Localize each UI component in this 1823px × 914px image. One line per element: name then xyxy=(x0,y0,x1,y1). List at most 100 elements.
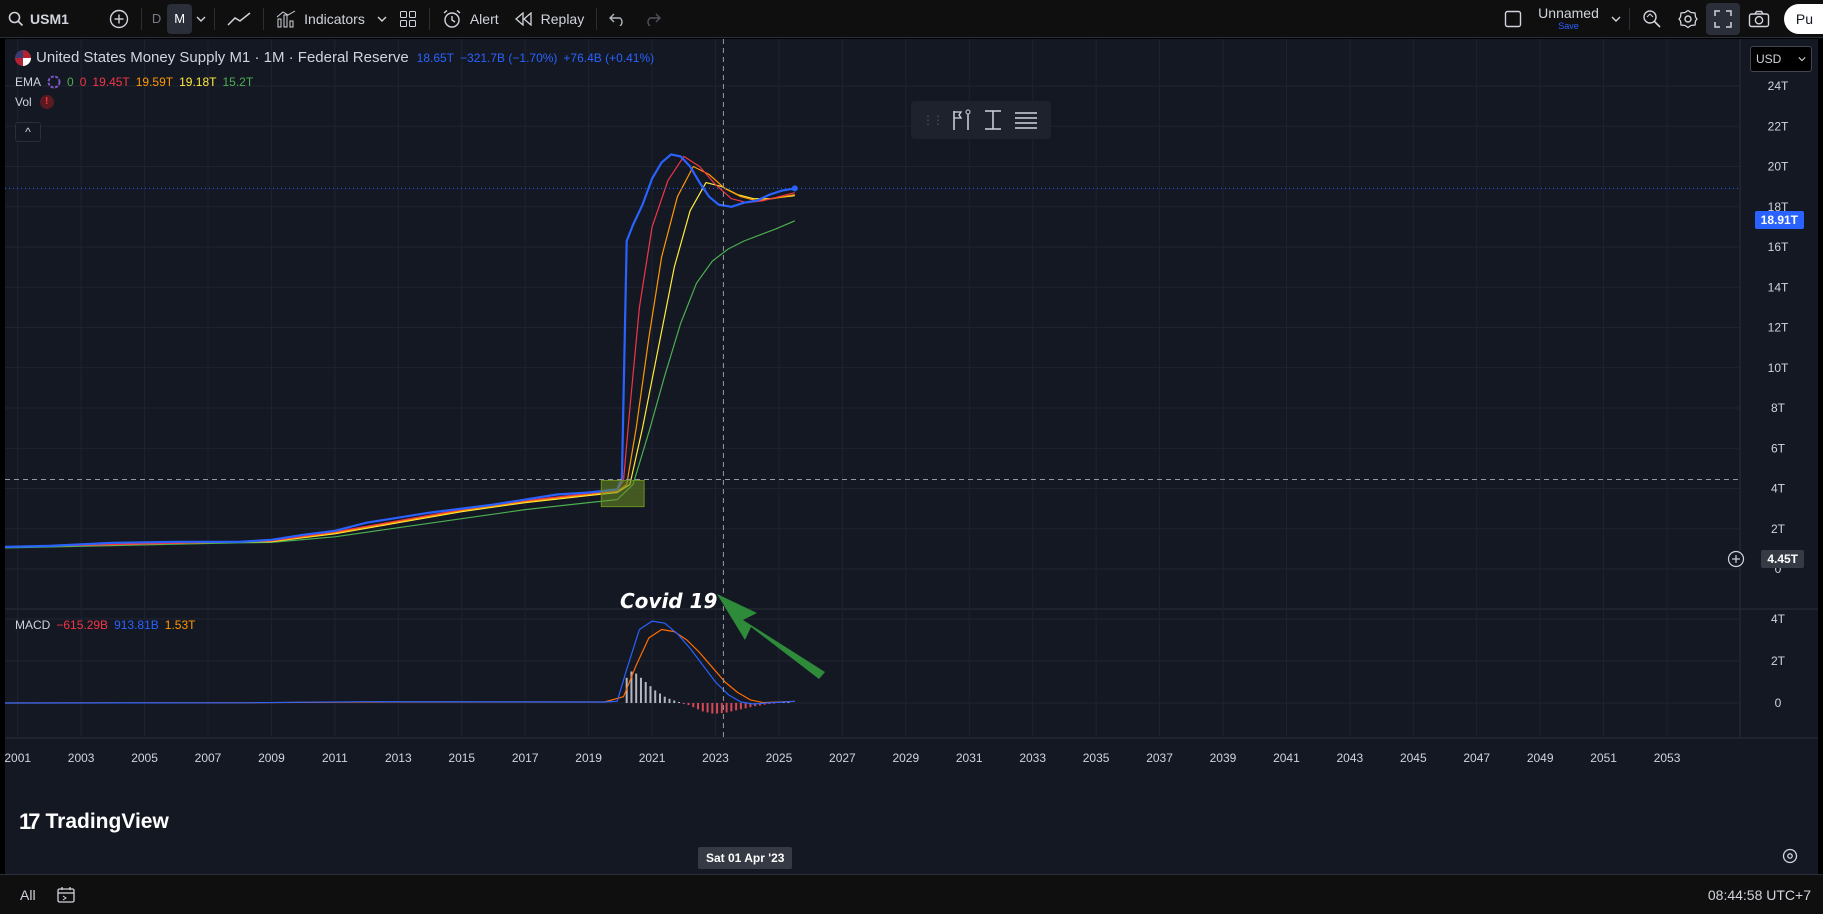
macd-y-tick-label: 4T xyxy=(1771,612,1786,626)
macd-y-tick-label: 2T xyxy=(1771,654,1786,668)
x-tick-label: 2017 xyxy=(512,751,539,765)
alert-button[interactable]: Alert xyxy=(434,0,507,38)
us-flag-icon xyxy=(15,49,31,66)
chart-area[interactable]: 2001 2003 2005 2007 2009 2011 2013 2015 2017 2019… xyxy=(0,39,1823,874)
divider xyxy=(596,7,598,30)
y-tick-label: 6T xyxy=(1771,441,1786,455)
grid-layout-icon xyxy=(399,10,416,27)
macd-histogram-bar xyxy=(635,673,638,703)
x-tick-label: 2033 xyxy=(1019,751,1046,765)
covid-annotation-text[interactable]: Covid 19 xyxy=(620,589,717,613)
main-series-legend[interactable]: United States Money Supply M1 · 1M · Fed… xyxy=(15,49,654,66)
compare-symbol-button[interactable] xyxy=(101,0,137,38)
floating-drawing-toolbar[interactable]: ⋮⋮ xyxy=(911,101,1051,139)
x-tick-label: 2029 xyxy=(892,751,919,765)
fullscreen-button[interactable] xyxy=(1705,2,1740,35)
chart-type-button[interactable] xyxy=(219,0,259,38)
vol-label: Vol xyxy=(15,95,32,109)
settings-button[interactable] xyxy=(1670,0,1706,38)
x-tick-label: 2039 xyxy=(1210,751,1237,765)
x-tick-label: 2023 xyxy=(702,751,729,765)
indicators-dropdown[interactable] xyxy=(373,0,391,38)
chart-canvas[interactable]: 2001 2003 2005 2007 2009 2011 2013 2015 2017 2019… xyxy=(5,39,1818,874)
redo-icon xyxy=(647,13,662,26)
x-tick-label: 2027 xyxy=(829,751,856,765)
x-tick-label: 2041 xyxy=(1273,751,1300,765)
quick-search-button[interactable] xyxy=(1634,0,1670,38)
replay-button[interactable]: Replay xyxy=(507,0,593,38)
x-tick-label: 2003 xyxy=(68,751,95,765)
y-tick-label: 12T xyxy=(1768,321,1789,335)
macd-histogram-bar xyxy=(744,703,747,709)
y-tick-label: 20T xyxy=(1768,160,1789,174)
x-tick-label: 2035 xyxy=(1083,751,1110,765)
macd-histogram-bar xyxy=(701,703,704,712)
macd-line-value: 913.81B xyxy=(114,618,159,632)
macd-histogram-bar xyxy=(663,696,666,703)
x-tick-label: 2051 xyxy=(1590,751,1617,765)
divider xyxy=(428,7,430,30)
ema-2-line xyxy=(5,165,795,548)
replay-label: Replay xyxy=(540,10,585,27)
layout-dropdown[interactable] xyxy=(1607,0,1625,38)
redo-button[interactable] xyxy=(635,0,669,38)
y-tick-label: 2T xyxy=(1771,522,1786,536)
snapshot-button[interactable] xyxy=(1740,0,1778,38)
volume-legend[interactable]: Vol ! xyxy=(15,95,54,109)
add-alert-plus-icon[interactable] xyxy=(1726,549,1746,569)
indicators-button[interactable]: Indicators xyxy=(268,0,373,38)
divider xyxy=(263,7,265,30)
x-tick-label: 2037 xyxy=(1146,751,1173,765)
y-tick-label: 8T xyxy=(1771,401,1786,415)
macd-histogram-bar xyxy=(649,686,652,703)
camera-icon xyxy=(1748,10,1770,27)
symbol-search[interactable]: USM1 xyxy=(0,0,77,38)
divider xyxy=(140,7,142,30)
covid-highlight-box xyxy=(600,479,645,508)
chevron-down-icon xyxy=(1611,16,1621,22)
tradingview-logo[interactable]: 17 TradingView xyxy=(19,809,169,835)
vol-warning-icon[interactable]: ! xyxy=(39,95,54,109)
drag-handle-icon[interactable]: ⋮⋮ xyxy=(922,113,944,127)
layout-save-button[interactable]: Unnamed Save xyxy=(1530,0,1607,38)
calendar-range-icon[interactable] xyxy=(56,886,76,904)
clock-timezone[interactable]: 08:44:58 UTC+7 xyxy=(1708,887,1811,903)
layout-checkbox[interactable] xyxy=(1496,0,1530,38)
range-all-button[interactable]: All xyxy=(20,887,36,903)
indicators-label: Indicators xyxy=(304,10,365,27)
x-tick-label: 2001 xyxy=(5,751,31,765)
interval-day[interactable]: D xyxy=(146,0,167,38)
rewind-icon xyxy=(514,11,532,26)
search-icon xyxy=(8,11,24,26)
macd-histogram-bar xyxy=(644,682,647,703)
macd-legend[interactable]: MACD −615.29B 913.81B 1.53T xyxy=(15,618,195,632)
x-tick-label: 2031 xyxy=(956,751,983,765)
horizontal-lines-icon[interactable] xyxy=(1012,108,1040,132)
x-tick-label: 2047 xyxy=(1463,751,1490,765)
undo-button[interactable] xyxy=(601,0,635,38)
x-tick-label: 2043 xyxy=(1337,751,1364,765)
macd-histogram-bar xyxy=(711,703,714,714)
publish-button[interactable]: Pu xyxy=(1783,3,1823,34)
ema-legend[interactable]: EMA 0 0 19.45T 19.59T 19.18T 15.2T xyxy=(15,75,253,89)
vertical-line-icon[interactable] xyxy=(980,108,1006,132)
interval-dropdown[interactable] xyxy=(192,0,210,38)
axis-settings-icon[interactable] xyxy=(1782,848,1798,864)
currency-select[interactable]: USD xyxy=(1750,46,1812,72)
legend-collapse-button[interactable]: ^ xyxy=(15,122,41,142)
interval-month[interactable]: M xyxy=(167,3,193,34)
bottom-toolbar: All 08:44:58 UTC+7 xyxy=(0,874,1823,914)
macd-histogram-bar xyxy=(668,698,671,703)
macd-histogram-value: −615.29B xyxy=(56,618,109,632)
series-last-value: 18.65T xyxy=(416,50,455,65)
flag-marker-icon[interactable] xyxy=(948,108,974,132)
templates-button[interactable] xyxy=(391,0,425,38)
crosshair-time-label: Sat 01 Apr '23 xyxy=(698,847,793,869)
macd-y-tick-label: 0 xyxy=(1775,696,1782,710)
x-tick-label: 2049 xyxy=(1527,751,1554,765)
macd-histogram-bar xyxy=(692,703,695,708)
save-label: Save xyxy=(1558,21,1579,31)
x-tick-label: 2013 xyxy=(385,751,412,765)
y-tick-label: 24T xyxy=(1768,79,1789,93)
macd-histogram-bar xyxy=(654,690,657,703)
